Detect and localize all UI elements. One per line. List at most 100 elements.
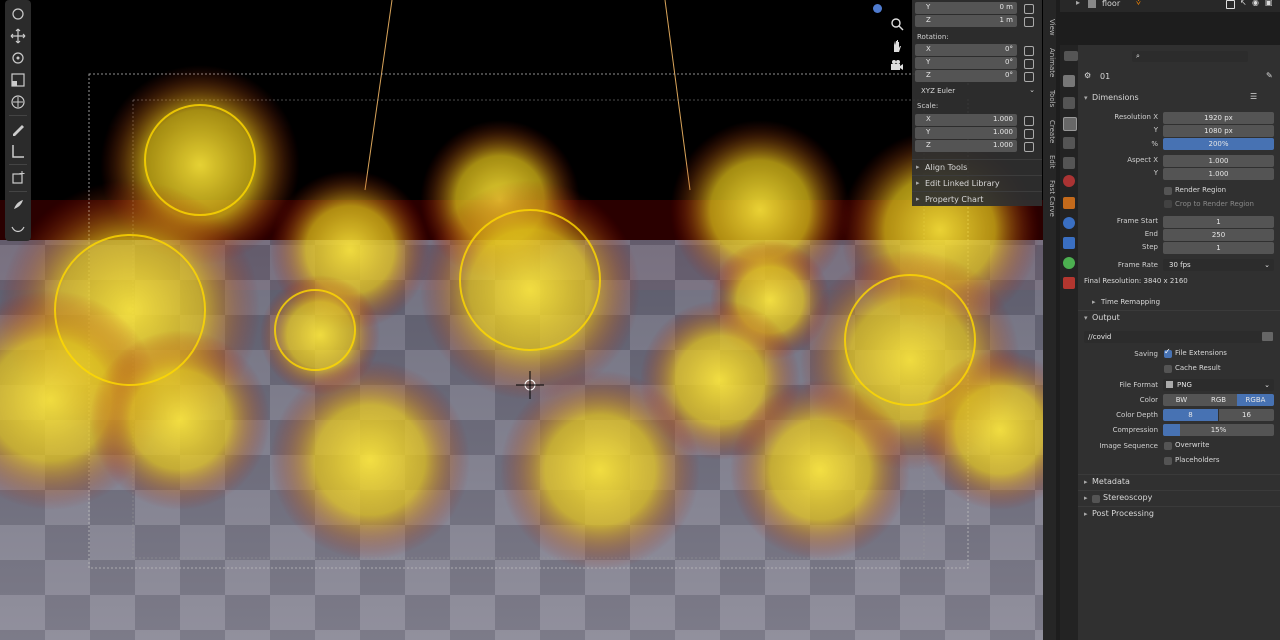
tool-transform[interactable] [7, 92, 29, 112]
color-depth-8-button[interactable]: 8 [1163, 409, 1218, 421]
camera-view-button[interactable] [887, 56, 907, 76]
section-stereoscopy[interactable]: ▸ Stereoscopy [1078, 490, 1280, 506]
rotation-z-field[interactable]: Z 0° [915, 70, 1017, 82]
tool-select[interactable] [7, 4, 29, 24]
file-extensions-checkbox[interactable] [1164, 347, 1172, 358]
outliner-item-label[interactable]: floor [1102, 0, 1120, 8]
3d-viewport[interactable]: Y0 m Z1 m Rotation: X 0° Y 0° Z 0° XYZ Eule… [0, 0, 1043, 640]
resolution-percent-field[interactable]: 200% [1163, 138, 1274, 150]
tool-add-cube[interactable] [7, 168, 29, 188]
frame-step-field[interactable]: 1 [1163, 242, 1274, 254]
rotation-x-field[interactable]: X 0° [915, 44, 1017, 56]
render-region-checkbox[interactable] [1164, 187, 1172, 195]
rotation-mode-select[interactable]: XYZ Euler ⌄ [915, 86, 1039, 98]
camera-render-icon[interactable]: ▣ [1265, 0, 1273, 7]
modifier-tab-icon[interactable] [1063, 217, 1075, 229]
location-z-field[interactable]: Z1 m [915, 15, 1017, 27]
tool-rotate[interactable] [7, 48, 29, 68]
frame-start-field[interactable]: 1 [1163, 216, 1274, 228]
compression-slider[interactable]: 15% [1163, 424, 1274, 436]
tool-measure[interactable] [7, 141, 29, 161]
section-dimensions[interactable]: ▾ Dimensions ☰ [1078, 91, 1280, 106]
color-label: Color [1139, 396, 1158, 404]
aspect-x-field[interactable]: 1.000 [1163, 155, 1274, 167]
scene-tab-icon[interactable] [1063, 157, 1075, 169]
lock-icon[interactable] [1024, 142, 1034, 152]
render-tab-icon[interactable] [1063, 97, 1075, 109]
world-tab-icon[interactable] [1063, 175, 1075, 187]
lock-icon[interactable] [1024, 17, 1034, 27]
rotation-y-field[interactable]: Y 0° [915, 57, 1017, 69]
folder-icon[interactable] [1262, 332, 1273, 341]
output-path-field[interactable]: //covid [1084, 331, 1262, 343]
section-output[interactable]: ▾ Output [1078, 310, 1280, 326]
frame-step-label: Step [1142, 243, 1158, 251]
section-metadata[interactable]: ▸ Metadata [1078, 474, 1280, 490]
select-box-icon [12, 8, 24, 20]
output-tab-icon[interactable] [1063, 117, 1077, 131]
lock-icon[interactable] [1024, 129, 1034, 139]
tool-scale[interactable] [7, 70, 29, 90]
tool-shear[interactable] [7, 195, 29, 215]
tool-tab-icon[interactable] [1063, 75, 1075, 87]
color-bw-button[interactable]: BW [1163, 394, 1200, 406]
section-post-processing[interactable]: ▸ Post Processing [1078, 506, 1280, 522]
lock-icon[interactable] [1024, 116, 1034, 126]
lock-icon[interactable] [1024, 46, 1034, 56]
tool-annotate[interactable] [7, 119, 29, 139]
color-rgba-button[interactable]: RGBA [1237, 394, 1274, 406]
section-time-remapping[interactable]: ▸ Time Remapping [1078, 295, 1280, 310]
tab-create[interactable]: Create [1043, 118, 1056, 146]
zoom-button[interactable] [887, 14, 907, 34]
cache-result-checkbox[interactable] [1164, 365, 1172, 373]
color-rgb-button[interactable]: RGB [1200, 394, 1237, 406]
tab-edit[interactable]: Edit [1043, 152, 1056, 172]
tab-tools[interactable]: Tools [1043, 86, 1056, 112]
tab-animate[interactable]: Animate [1043, 46, 1056, 80]
overwrite-checkbox[interactable] [1164, 442, 1172, 450]
tab-fast-carve[interactable]: Fast Carve [1043, 178, 1056, 218]
subpanel-edit-linked-library[interactable]: Edit Linked Library [912, 175, 1042, 191]
scale-z-field[interactable]: Z 1.000 [915, 140, 1017, 152]
texture-tab-icon[interactable] [1063, 277, 1075, 289]
tool-curve[interactable] [7, 217, 29, 237]
percent-label: % [1151, 140, 1158, 148]
frame-end-field[interactable]: 250 [1163, 229, 1274, 241]
pin-icon[interactable]: ✎ [1266, 71, 1273, 80]
scene-icon: ⚙ [1084, 71, 1092, 80]
lock-icon[interactable] [1024, 4, 1034, 14]
eye-icon[interactable]: ◉ [1252, 0, 1259, 7]
frame-rate-label: Frame Rate [1117, 261, 1158, 269]
file-format-select[interactable]: PNG ⌄ [1163, 379, 1274, 391]
scale-y-field[interactable]: Y 1.000 [915, 127, 1017, 139]
list-icon[interactable]: ☰ [1250, 92, 1257, 101]
pan-button[interactable] [887, 36, 907, 56]
camera-icon [891, 60, 903, 70]
object-tab-icon[interactable] [1063, 197, 1075, 209]
crop-region-checkbox[interactable] [1164, 200, 1172, 208]
resolution-y-field[interactable]: 1080 px [1163, 125, 1274, 137]
search-input[interactable]: ⌕ [1132, 51, 1248, 62]
scale-x-field[interactable]: X 1.000 [915, 114, 1017, 126]
tool-move[interactable] [7, 26, 29, 46]
lock-icon[interactable] [1024, 72, 1034, 82]
color-depth-16-button[interactable]: 16 [1219, 409, 1274, 421]
resolution-x-field[interactable]: 1920 px [1163, 112, 1274, 124]
stereoscopy-checkbox[interactable] [1092, 495, 1100, 503]
placeholders-checkbox[interactable] [1164, 457, 1172, 465]
lock-icon[interactable] [1024, 59, 1034, 69]
view-layer-tab-icon[interactable] [1063, 137, 1075, 149]
checkbox-icon[interactable] [1226, 0, 1235, 9]
physics-tab-icon[interactable] [1063, 257, 1075, 269]
location-y-field[interactable]: Y0 m [915, 2, 1017, 14]
subpanel-align-tools[interactable]: Align Tools [912, 159, 1042, 175]
particles-tab-icon[interactable] [1063, 237, 1075, 249]
select-arrow-icon[interactable]: ↖ [1240, 0, 1247, 7]
tab-view[interactable]: View [1043, 12, 1056, 42]
subpanel-property-chart[interactable]: Property Chart [912, 191, 1042, 207]
expand-arrow-icon[interactable]: ▸ [1076, 0, 1080, 7]
frame-rate-select[interactable]: 30 fps ⌄ [1163, 259, 1274, 271]
axis-ball-icon[interactable] [873, 4, 882, 13]
editor-type-icon[interactable] [1064, 51, 1078, 61]
aspect-y-field[interactable]: 1.000 [1163, 168, 1274, 180]
